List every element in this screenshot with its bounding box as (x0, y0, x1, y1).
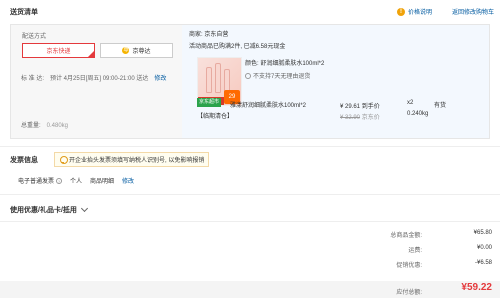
promo-text: 活动商品已购满2件, 已减6.58元现金 (189, 44, 286, 50)
product-image-bottle (206, 67, 212, 93)
return-policy-text: 不支持7天无理由退货 (253, 74, 311, 80)
product-name[interactable]: 雅漾舒润细腻柔肤水100ml*2 (230, 100, 306, 109)
coupon-toggle[interactable]: 使用优惠/礼品卡/抵用 (10, 204, 88, 215)
product-image-bottle (215, 63, 221, 93)
shipping-option-jingzunda[interactable]: 尊 京尊达 (100, 43, 173, 58)
selected-corner-icon (88, 51, 94, 57)
invoice-tip-text: 开企业抬头发票须填写纳税人识别号, 以免影响报销 (69, 158, 205, 164)
payable-value: ¥59.22 (461, 282, 492, 293)
invoice-tip: 开企业抬头发票须填写纳税人识别号, 以免影响报销 (54, 152, 210, 167)
product-original-price: ¥ 32.90 京东价 (340, 112, 380, 121)
section-title-delivery-list: 送货清单 (10, 9, 38, 16)
invoice-content: 商品明细 (90, 179, 115, 185)
invoice-header-type: 个人 (70, 179, 83, 185)
total-amount-label: 总商品金额: (390, 233, 422, 239)
help-icon[interactable]: ? (56, 178, 63, 184)
final-price-value: ¥ 29.61 (340, 104, 361, 110)
clearance-tag: 【临期清仓】 (197, 114, 234, 120)
shipping-method-label: 配送方式 (22, 34, 47, 40)
shipping-option-jd-label: 京东快递 (46, 49, 71, 55)
product-quantity: x2 (407, 100, 414, 106)
back-to-cart-link[interactable]: 返回修改购物车 (452, 7, 494, 16)
price-help-label[interactable]: 价格说明 (408, 7, 432, 16)
total-weight-value: 0.480kg (46, 123, 69, 129)
shipping-option-jd-express[interactable]: 京东快递 (22, 43, 95, 58)
discount-value: -¥6.58 (474, 260, 492, 266)
product-panel: 商家: 京东自营 活动商品已购满2件, 已减6.58元现金 29 京东超市 颜色… (182, 25, 489, 138)
invoice-type-text: 电子普通发票 (18, 179, 55, 185)
discount-label: 促销优惠: (396, 263, 422, 269)
jd-market-badge: 京东超市 (197, 98, 222, 107)
total-weight-label: 总重量: (21, 123, 41, 129)
original-price-value: ¥ 32.90 (340, 115, 361, 121)
standard-delivery-label: 标 准 达: (21, 76, 45, 82)
divider (0, 146, 500, 147)
product-final-price: ¥ 29.61 到手价 (340, 101, 380, 110)
coupon-title: 使用优惠/礼品卡/抵用 (10, 207, 77, 214)
crown-icon: 尊 (122, 47, 130, 54)
payable-bar (0, 281, 500, 298)
invoice-details: 电子普通发票? 个人 商品明细 修改 (18, 176, 134, 185)
stock-status: 有货 (434, 103, 447, 109)
standard-delivery-row: 标 准 达: 预计 4月25日[周五] 09:00-21:00 送达 修改 (21, 73, 166, 82)
freight-value: ¥0.00 (476, 245, 492, 251)
policy-icon (245, 72, 251, 79)
info-icon: ! (397, 7, 405, 16)
divider (0, 194, 500, 195)
final-price-label: 到手价 (361, 104, 380, 110)
total-weight: 总重量: 0.480kg (21, 120, 68, 129)
lightbulb-icon (59, 155, 68, 164)
edit-delivery-time-link[interactable]: 修改 (154, 73, 166, 82)
order-box: 配送方式 京东快递 尊 京尊达 标 准 达: 预计 4月25日[周五] 09:0… (10, 24, 490, 139)
shipping-option-arrive-label: 京尊达 (132, 49, 151, 55)
seller-label: 商家: 京东自营 (189, 32, 229, 38)
original-price-label: 京东价 (361, 115, 380, 121)
edit-invoice-link[interactable]: 修改 (122, 176, 134, 185)
price-help-link[interactable]: ! 价格说明 (397, 7, 432, 16)
invoice-title: 发票信息 (10, 157, 38, 164)
freight-label: 运费: (408, 248, 422, 254)
shipping-panel: 配送方式 京东快递 尊 京尊达 标 准 达: 预计 4月25日[周五] 09:0… (11, 25, 182, 138)
chevron-down-icon (80, 204, 88, 213)
divider (0, 221, 500, 222)
product-color: 颜色: 舒润细腻柔肤水100ml*2 (245, 61, 325, 67)
invoice-type: 电子普通发票? (18, 176, 63, 185)
return-policy-row: 不支持7天无理由退货 (245, 71, 310, 80)
total-amount-value: ¥65.80 (473, 230, 492, 236)
delivery-time: 预计 4月25日[周五] 09:00-21:00 送达 (50, 76, 149, 82)
product-weight: 0.240kg (407, 111, 429, 117)
payable-label: 应付总额: (396, 290, 422, 296)
